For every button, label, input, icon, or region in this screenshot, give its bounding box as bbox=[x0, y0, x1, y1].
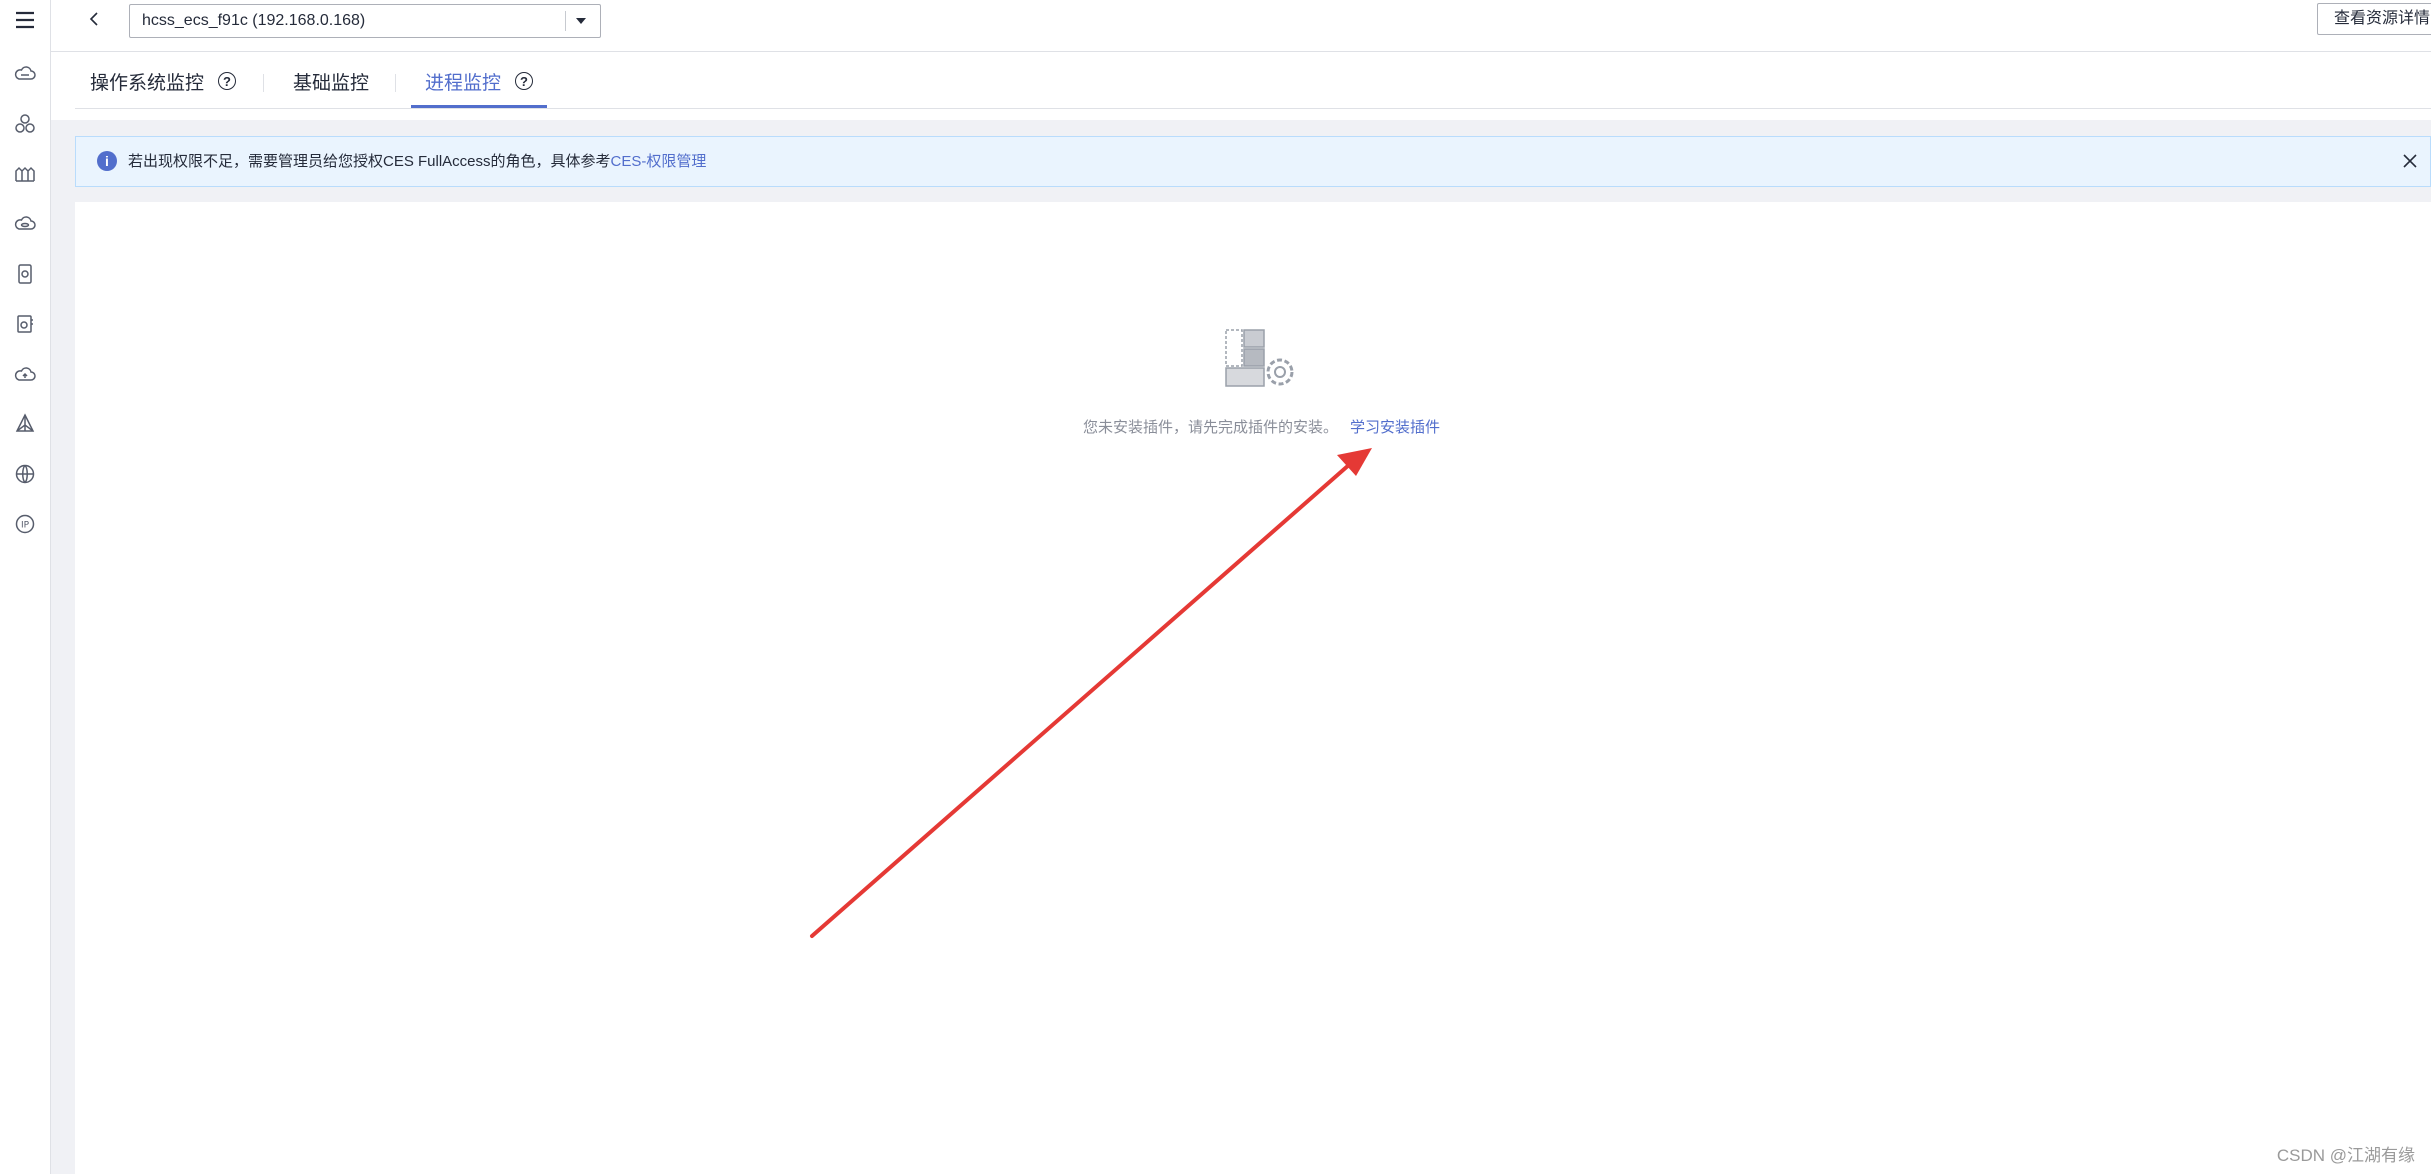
tab-label: 进程监控 bbox=[425, 72, 502, 94]
view-resource-detail-button[interactable]: 查看资源详情 bbox=[2317, 3, 2431, 35]
backup-icon[interactable] bbox=[0, 304, 50, 344]
close-icon bbox=[2403, 154, 2417, 168]
learn-install-plugin-link[interactable]: 学习安装插件 bbox=[1350, 419, 1440, 436]
ip-icon[interactable]: IP bbox=[0, 504, 50, 544]
back-button[interactable] bbox=[79, 4, 109, 34]
cloud-sync-icon[interactable] bbox=[0, 354, 50, 394]
tab-label: 基础监控 bbox=[293, 72, 370, 94]
info-icon: i bbox=[97, 151, 117, 171]
select-divider bbox=[565, 11, 566, 31]
notice-text: 若出现权限不足，需要管理员给您授权CES FullAccess的角色，具体参考 bbox=[128, 153, 611, 170]
cluster-icon[interactable] bbox=[0, 104, 50, 144]
chevron-left-icon bbox=[89, 12, 98, 26]
svg-text:IP: IP bbox=[21, 521, 30, 531]
empty-state-text: 您未安装插件，请先完成插件的安装。 bbox=[1083, 419, 1339, 436]
tab-divider bbox=[263, 74, 264, 92]
help-icon[interactable]: ? bbox=[218, 72, 237, 90]
empty-state-message: 您未安装插件，请先完成插件的安装。 学习安装插件 bbox=[1083, 416, 1440, 437]
instance-select-value: hcss_ecs_f91c (192.168.0.168) bbox=[142, 12, 366, 29]
instance-select[interactable]: hcss_ecs_f91c (192.168.0.168) bbox=[129, 4, 601, 38]
globe-icon[interactable] bbox=[0, 454, 50, 494]
watermark: CSDN @江湖有缘 bbox=[2276, 1146, 2415, 1165]
tab-divider bbox=[395, 74, 396, 92]
tab-basic-monitor[interactable]: 基础监控 bbox=[293, 54, 369, 108]
tab-os-monitor[interactable]: 操作系统监控 ? bbox=[90, 54, 237, 108]
network-icon[interactable] bbox=[0, 404, 50, 444]
plugin-not-installed-icon bbox=[1225, 329, 1294, 387]
cloud-server-icon[interactable] bbox=[0, 54, 50, 94]
active-tab-indicator bbox=[411, 105, 547, 108]
notice-message: 若出现权限不足，需要管理员给您授权CES FullAccess的角色，具体参考C… bbox=[128, 137, 706, 186]
menu-icon[interactable] bbox=[0, 0, 50, 40]
ces-permission-link[interactable]: CES-权限管理 bbox=[611, 153, 707, 170]
tab-label: 操作系统监控 bbox=[90, 72, 205, 94]
container-icon[interactable] bbox=[0, 154, 50, 194]
caret-down-icon bbox=[570, 5, 592, 37]
top-bar: hcss_ecs_f91c (192.168.0.168) 查看资源详情 bbox=[51, 0, 2431, 52]
permission-notice: i 若出现权限不足，需要管理员给您授权CES FullAccess的角色，具体参… bbox=[75, 136, 2431, 187]
cloud-database-icon[interactable] bbox=[0, 204, 50, 244]
help-icon[interactable]: ? bbox=[515, 72, 534, 90]
storage-icon[interactable] bbox=[0, 254, 50, 294]
left-sidebar: IP bbox=[0, 0, 51, 1174]
monitor-tabs: 操作系统监控 ? 基础监控 进程监控 ? bbox=[75, 54, 2431, 109]
tab-process-monitor[interactable]: 进程监控 ? bbox=[425, 54, 534, 108]
close-notice-button[interactable] bbox=[2398, 149, 2422, 173]
